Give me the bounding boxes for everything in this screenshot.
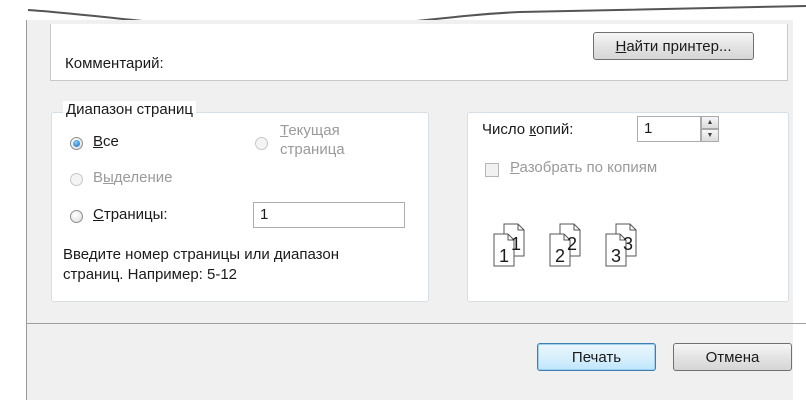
radio-selection-label[interactable]: Выделение [93, 169, 173, 186]
radio-pages-accel: С [93, 206, 104, 223]
radio-selection[interactable] [70, 173, 83, 186]
radio-selection-pre: В [93, 169, 104, 186]
find-printer-button[interactable]: Найти принтер... [593, 32, 754, 60]
radio-current-page[interactable] [255, 137, 268, 150]
copies-label: Число копий: [482, 121, 573, 138]
collate-page-num: 2 [555, 246, 565, 266]
copies-spin-down[interactable]: ▼ [701, 129, 719, 142]
comment-label: Комментарий: [65, 55, 164, 72]
page-range-hint-line1: Введите номер страницы или диапазон [63, 246, 339, 263]
radio-current-page-label[interactable]: Текущая страница [280, 121, 345, 159]
radio-current-line2: страница [280, 141, 345, 158]
radio-all-label[interactable]: Все [93, 133, 119, 150]
collate-page-num: 1 [511, 234, 521, 254]
page-range-legend: Диапазон страниц [63, 101, 196, 118]
radio-all[interactable] [70, 137, 83, 150]
page-range-hint-line2: страниц. Например: 5-12 [63, 266, 238, 283]
collate-label[interactable]: Разобрать по копиям [510, 159, 657, 176]
radio-all-accel: В [93, 133, 104, 150]
dialog-separator [27, 323, 806, 324]
radio-pages[interactable] [70, 210, 83, 223]
collate-illustration: 1 1 2 2 3 3 [493, 223, 637, 267]
find-printer-accel: Н [615, 37, 627, 55]
collate-checkbox[interactable] [485, 163, 499, 177]
radio-current-line1: екущая [288, 122, 340, 139]
copies-label-rest: опий: [536, 121, 574, 138]
radio-selection-accel: ы [103, 169, 114, 186]
radio-all-text: се [103, 133, 119, 150]
collate-page-num: 3 [623, 234, 633, 254]
pages-input[interactable]: 1 [253, 202, 405, 228]
copies-spin-up[interactable]: ▲ [701, 116, 719, 129]
collate-page-num: 3 [611, 246, 621, 266]
collate-page-num: 1 [499, 246, 509, 266]
copies-input[interactable]: 1 [637, 116, 701, 142]
collate-text: азобрать по копиям [519, 159, 658, 176]
collate-accel: Р [510, 159, 520, 176]
radio-selection-text: деление [113, 169, 173, 186]
print-button[interactable]: Печать [537, 343, 656, 371]
radio-pages-label[interactable]: Страницы: [93, 206, 168, 223]
collate-page-num: 2 [567, 234, 577, 254]
cancel-button[interactable]: Отмена [673, 343, 792, 371]
find-printer-label: айти принтер... [626, 37, 732, 55]
copies-label-pre: Число [482, 121, 530, 138]
radio-pages-text: траницы: [103, 206, 168, 223]
